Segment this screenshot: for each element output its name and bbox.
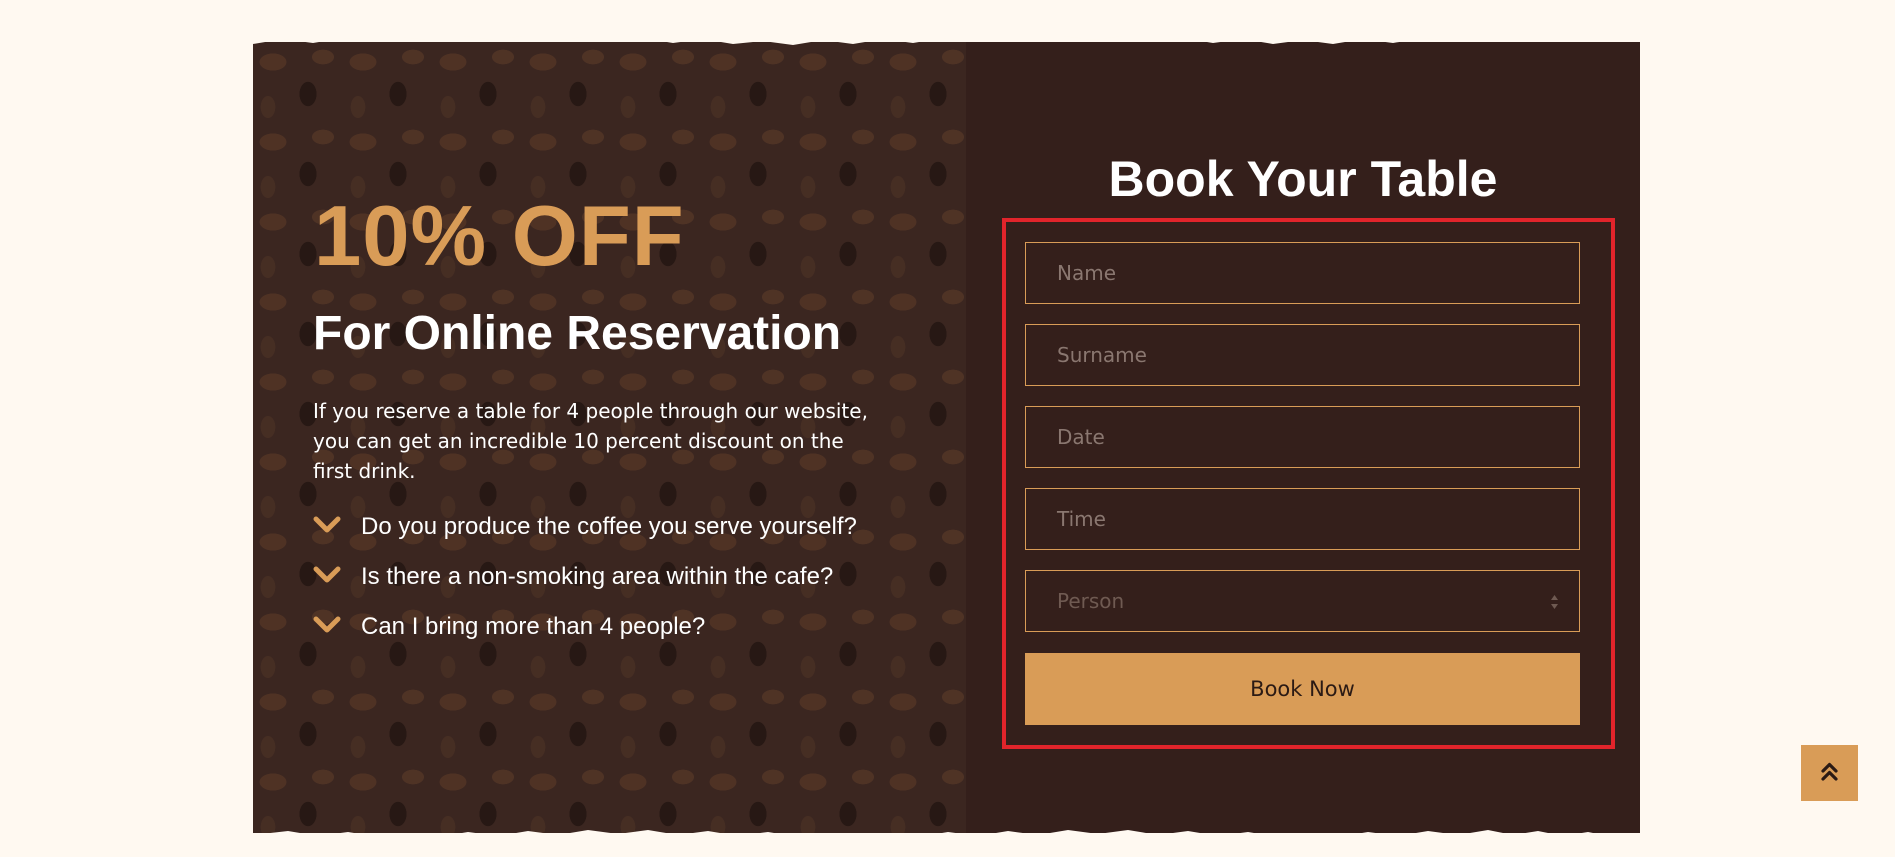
section-content: 10% OFF For Online Reservation If you re… (253, 30, 1640, 845)
faq-item[interactable]: Is there a non-smoking area within the c… (313, 562, 873, 591)
booking-title: Book Your Table (1108, 151, 1498, 207)
offer-title: 10% OFF (314, 189, 685, 284)
chevron-down-icon (313, 616, 341, 633)
faq-item[interactable]: Can I bring more than 4 people? (313, 612, 873, 641)
person-select-value: Person (1057, 589, 1125, 613)
chevron-down-icon (313, 566, 341, 583)
name-field[interactable]: Name (1025, 242, 1580, 304)
offer-description: If you reserve a table for 4 people thro… (313, 399, 868, 483)
faq-question: Is there a non-smoking area within the c… (361, 563, 834, 590)
time-field[interactable]: Time (1025, 488, 1580, 550)
scroll-to-top-button[interactable] (1801, 745, 1858, 801)
offer-subtitle: For Online Reservation (313, 307, 842, 360)
date-field[interactable]: Date (1025, 406, 1580, 468)
faq-question: Do you produce the coffee you serve your… (361, 513, 857, 540)
chevron-down-icon (313, 516, 341, 533)
surname-field[interactable]: Surname (1025, 324, 1580, 386)
person-select[interactable]: Person (1025, 570, 1580, 632)
double-chevron-up-icon (1821, 762, 1838, 781)
faq-list: Do you produce the coffee you serve your… (313, 512, 873, 662)
faq-item[interactable]: Do you produce the coffee you serve your… (313, 512, 873, 541)
faq-question: Can I bring more than 4 people? (361, 613, 706, 640)
select-arrows-icon (1551, 595, 1558, 609)
book-now-button[interactable]: Book Now (1025, 653, 1580, 725)
